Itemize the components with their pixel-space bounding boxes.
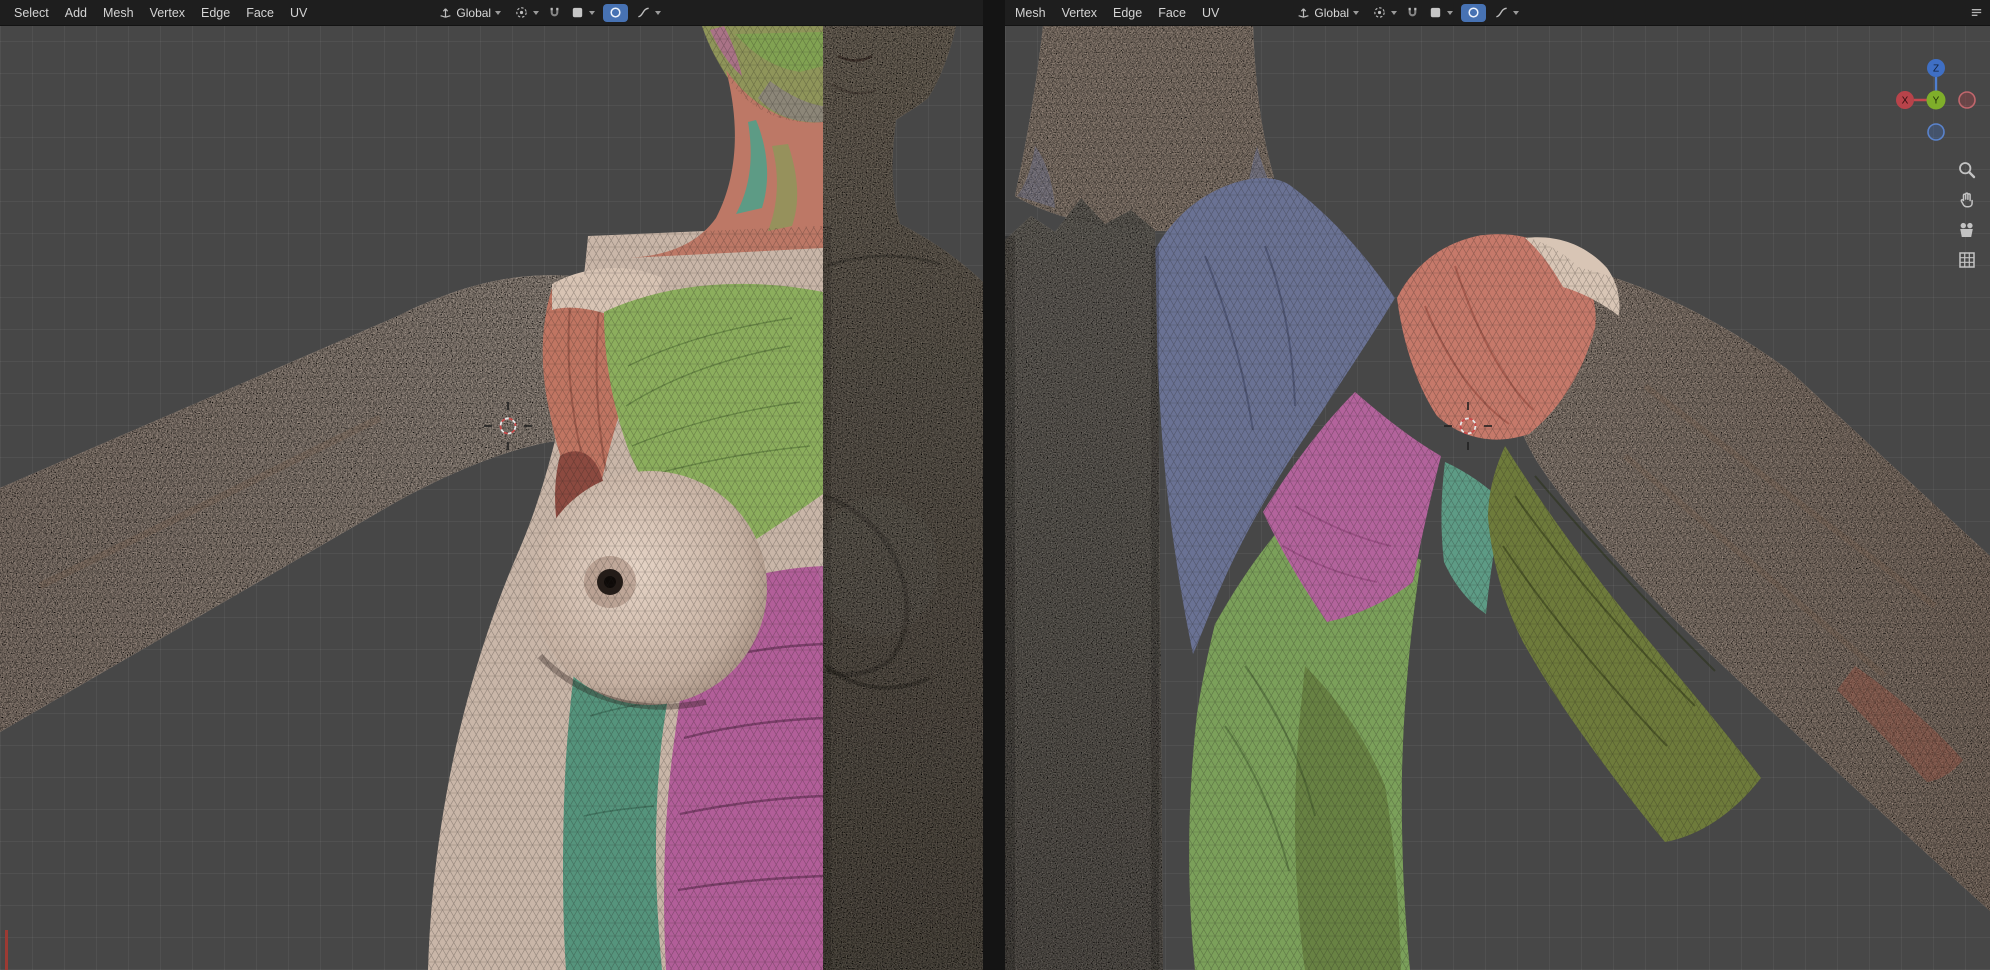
viewport-front-header: Select Add Mesh Vertex Edge Face UV Glob… xyxy=(0,0,983,26)
transform-orientation-dropdown[interactable]: Global xyxy=(1291,4,1364,22)
svg-text:Y: Y xyxy=(1933,96,1940,107)
chevron-down-icon xyxy=(589,11,595,15)
pivot-point-dropdown[interactable] xyxy=(1367,4,1402,22)
orthographic-grid-tool[interactable] xyxy=(1957,250,1977,270)
skin-half-back xyxy=(1005,198,1163,970)
hand-icon xyxy=(1957,190,1977,210)
gizmo-axis-x-negative[interactable] xyxy=(1959,92,1975,108)
menu-edge[interactable]: Edge xyxy=(1105,2,1150,24)
viewport-back-canvas[interactable]: Z X Y xyxy=(1005,26,1990,970)
zoom-icon xyxy=(1957,160,1977,180)
navigation-gizmo[interactable]: Z X Y xyxy=(1890,54,1982,146)
edit-mode-menubar-left: Select Add Mesh Vertex Edge Face UV xyxy=(6,2,315,24)
proportional-editing-icon xyxy=(608,5,623,20)
chevron-down-icon xyxy=(533,11,539,15)
menu-vertex[interactable]: Vertex xyxy=(1054,2,1105,24)
skin-half-front xyxy=(818,26,983,970)
menu-add[interactable]: Add xyxy=(57,2,95,24)
scene-front xyxy=(0,26,983,970)
transform-snap-toolbar-right: Global xyxy=(1291,4,1524,22)
menu-edge[interactable]: Edge xyxy=(193,2,238,24)
svg-text:X: X xyxy=(1902,96,1909,107)
editor-options-icon[interactable] xyxy=(1969,5,1984,20)
blender-window: Select Add Mesh Vertex Edge Face UV Glob… xyxy=(0,0,1990,970)
figure-back xyxy=(1005,26,1990,970)
zoom-tool[interactable] xyxy=(1957,160,1977,180)
falloff-curve-icon xyxy=(1494,5,1509,20)
transform-orientation-icon xyxy=(438,5,453,20)
pivot-point-icon xyxy=(1372,5,1387,20)
menu-uv[interactable]: UV xyxy=(1194,2,1227,24)
proportional-falloff-dropdown[interactable] xyxy=(1489,4,1524,22)
scene-back xyxy=(1005,26,1990,970)
pivot-point-dropdown[interactable] xyxy=(509,4,544,22)
snap-settings-dropdown[interactable] xyxy=(565,4,600,22)
pan-hand-tool[interactable] xyxy=(1957,190,1977,210)
camera-icon xyxy=(1957,220,1977,240)
snap-settings-dropdown[interactable] xyxy=(1423,4,1458,22)
edit-mode-menubar-right: Mesh Vertex Edge Face UV xyxy=(1007,2,1227,24)
menu-uv[interactable]: UV xyxy=(282,2,315,24)
orientation-label: Global xyxy=(456,6,491,20)
menu-vertex[interactable]: Vertex xyxy=(142,2,193,24)
snap-magnet-icon[interactable] xyxy=(1405,5,1420,20)
chevron-down-icon xyxy=(1447,11,1453,15)
falloff-curve-icon xyxy=(636,5,651,20)
chevron-down-icon xyxy=(655,11,661,15)
chevron-down-icon xyxy=(1513,11,1519,15)
transform-snap-toolbar-left: Global xyxy=(433,4,666,22)
transform-orientation-icon xyxy=(1296,5,1311,20)
menu-face[interactable]: Face xyxy=(1150,2,1194,24)
snap-target-icon xyxy=(570,5,585,20)
menu-face[interactable]: Face xyxy=(238,2,282,24)
proportional-editing-toggle[interactable] xyxy=(1461,4,1486,22)
proportional-falloff-dropdown[interactable] xyxy=(631,4,666,22)
svg-text:Z: Z xyxy=(1933,64,1939,75)
gizmo-axis-z-negative[interactable] xyxy=(1928,124,1944,140)
viewport-split-divider[interactable] xyxy=(983,0,1005,970)
proportional-editing-icon xyxy=(1466,5,1481,20)
grid-icon xyxy=(1957,250,1977,270)
snap-magnet-icon[interactable] xyxy=(547,5,562,20)
viewport-back-header: Mesh Vertex Edge Face UV Global xyxy=(1005,0,1990,26)
chevron-down-icon xyxy=(1353,11,1359,15)
menu-mesh[interactable]: Mesh xyxy=(1007,2,1054,24)
camera-view-tool[interactable] xyxy=(1957,220,1977,240)
proportional-editing-toggle[interactable] xyxy=(603,4,628,22)
viewport-back: Mesh Vertex Edge Face UV Global xyxy=(1005,0,1990,970)
menu-select[interactable]: Select xyxy=(6,2,57,24)
snap-target-icon xyxy=(1428,5,1443,20)
orientation-label: Global xyxy=(1314,6,1349,20)
x-axis-line xyxy=(5,930,8,970)
figure-front xyxy=(0,26,983,970)
viewport-side-tools xyxy=(1957,160,1977,270)
transform-orientation-dropdown[interactable]: Global xyxy=(433,4,506,22)
pivot-point-icon xyxy=(514,5,529,20)
viewport-front: Select Add Mesh Vertex Edge Face UV Glob… xyxy=(0,0,983,970)
viewport-front-canvas[interactable] xyxy=(0,26,983,970)
chevron-down-icon xyxy=(1391,11,1397,15)
menu-mesh[interactable]: Mesh xyxy=(95,2,142,24)
chevron-down-icon xyxy=(495,11,501,15)
